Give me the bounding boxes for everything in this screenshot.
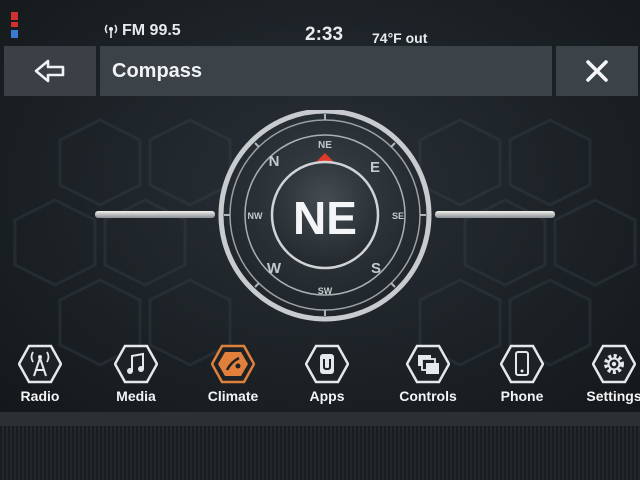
nav-label-media: Media: [116, 388, 156, 404]
apps-icon: [305, 344, 349, 384]
title-bar: Compass: [100, 46, 552, 96]
climate-icon: [211, 344, 255, 384]
compass-right-bar: [435, 211, 555, 218]
compass-left-bar: [95, 211, 215, 218]
nav-item-controls[interactable]: Controls: [388, 344, 468, 404]
device-bezel: [0, 412, 640, 480]
outside-temperature: 74°F out: [372, 30, 428, 46]
close-icon: [586, 60, 608, 82]
nav-item-media[interactable]: Media: [96, 344, 176, 404]
ring-label-sw: SW: [318, 286, 333, 296]
status-bar: FM 99.5 2:33 74°F out: [0, 0, 640, 46]
gear-icon: [592, 344, 636, 384]
display-screen: FM 99.5 2:33 74°F out Compass NE N E NW …: [0, 0, 640, 412]
nav-label-settings: Settings: [586, 388, 640, 404]
bottom-nav: Radio Media Climate Apps Controls Phone …: [0, 344, 640, 410]
nav-label-apps: Apps: [309, 388, 345, 404]
phone-icon: [500, 344, 544, 384]
music-note-icon: [114, 344, 158, 384]
ring-label-nw: NW: [248, 211, 263, 221]
header-bar: Compass: [4, 46, 638, 98]
ring-label-se: SE: [392, 211, 404, 221]
status-indicator-icon: [11, 12, 18, 38]
nav-item-settings[interactable]: Settings: [574, 344, 640, 404]
radio-tower-icon: [18, 344, 62, 384]
back-arrow-icon: [34, 59, 65, 83]
nav-label-radio: Radio: [20, 388, 60, 404]
ring-label-s: S: [371, 260, 381, 277]
ring-label-w: W: [267, 260, 282, 277]
page-title: Compass: [112, 60, 203, 82]
back-button[interactable]: [4, 46, 96, 96]
nav-label-controls: Controls: [399, 388, 457, 404]
radio-status: FM 99.5: [103, 22, 181, 40]
ring-label-e: E: [370, 159, 380, 176]
nav-label-phone: Phone: [500, 388, 544, 404]
controls-icon: [406, 344, 450, 384]
nav-item-phone[interactable]: Phone: [482, 344, 562, 404]
compass-widget: NE N E NW SE W S SW NE: [95, 110, 555, 322]
ring-label-n: N: [269, 153, 280, 170]
nav-item-climate[interactable]: Climate: [193, 344, 273, 404]
nav-label-climate: Climate: [207, 388, 259, 404]
radio-station-text: FM 99.5: [122, 22, 181, 39]
nav-item-apps[interactable]: Apps: [287, 344, 367, 404]
broadcast-icon: [104, 24, 118, 38]
heading-text: NE: [293, 192, 357, 244]
close-button[interactable]: [556, 46, 638, 96]
ring-label-ne: NE: [318, 140, 332, 151]
nav-item-radio[interactable]: Radio: [0, 344, 80, 404]
clock: 2:33: [305, 24, 344, 45]
